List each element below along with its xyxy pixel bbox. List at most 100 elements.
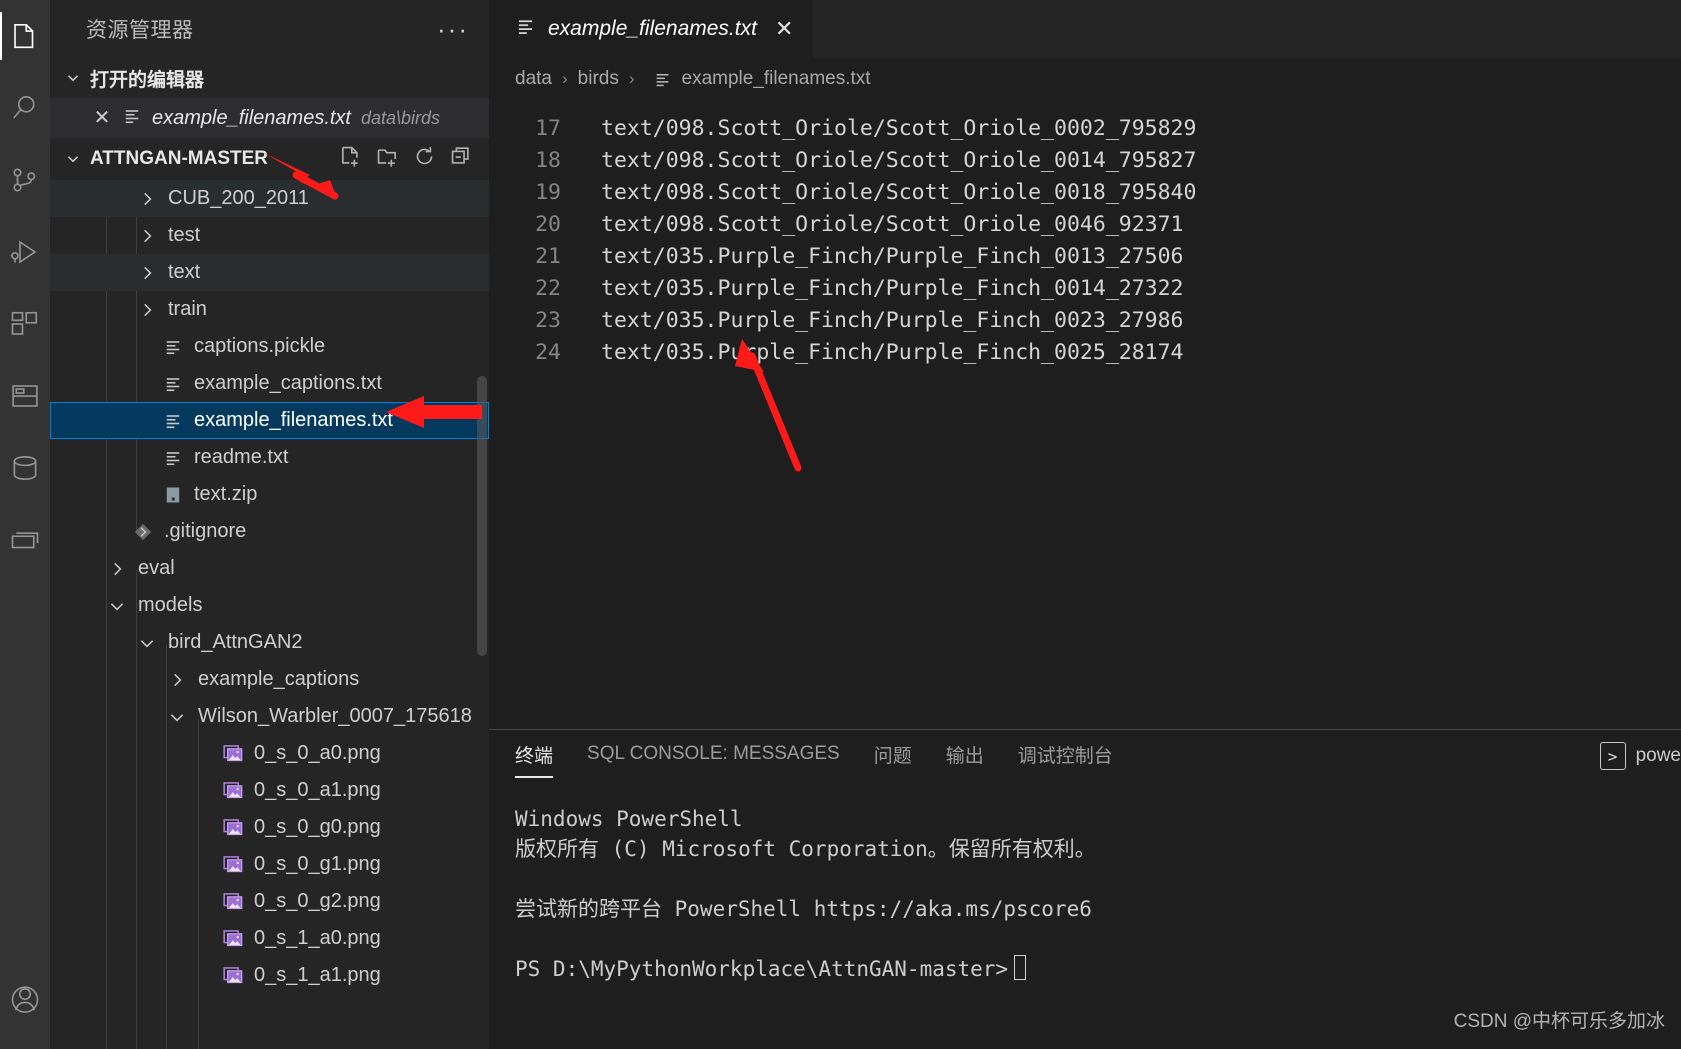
tree-item-example-filenames-txt[interactable]: example_filenames.txt	[50, 402, 489, 439]
tree-item-label: CUB_200_2011	[168, 187, 309, 209]
file-tree[interactable]: CUB_200_2011test text train captions.pickle…	[50, 180, 489, 1049]
code-line: 22 text/035.Purple_Finch/Purple_Finch_001…	[489, 272, 1681, 304]
activity-search-icon[interactable]	[0, 72, 50, 144]
panel-shell-selector[interactable]: > powe	[1599, 742, 1681, 770]
image-file-icon	[220, 891, 246, 912]
tree-item-bird-attngan2[interactable]: bird_AttnGAN2	[50, 624, 489, 661]
line-text: text/098.Scott_Oriole/Scott_Oriole_0018_…	[601, 179, 1197, 205]
tree-item-example-captions-txt[interactable]: example_captions.txt	[50, 365, 489, 402]
tree-item-0-s-0-g2-png[interactable]: 0_s_0_g2.png	[50, 883, 489, 920]
panel-tab-terminal[interactable]: 终端	[515, 735, 554, 778]
activity-table-icon[interactable]	[0, 360, 50, 432]
panel-tab-output[interactable]: 输出	[946, 735, 984, 778]
line-number: 22	[535, 275, 561, 301]
panel-tabs: 终端 SQL CONSOLE: MESSAGES 问题 输出 调试控制台 > powe	[489, 730, 1681, 782]
tree-item-models[interactable]: models	[50, 587, 489, 624]
tree-item-gitignore[interactable]: .gitignore	[50, 513, 489, 550]
git-icon	[130, 522, 156, 542]
activity-bar	[0, 0, 50, 1049]
chevron-right-icon	[134, 190, 160, 208]
refresh-icon[interactable]	[413, 145, 436, 174]
breadcrumb-item-birds[interactable]: birds	[578, 68, 619, 90]
breadcrumb-item-file[interactable]: example_filenames.txt	[682, 68, 871, 90]
workspace-section-header[interactable]: ATTNGAN-MASTER	[50, 138, 489, 180]
tree-item-wilson-warbler-0007-175618[interactable]: Wilson_Warbler_0007_175618	[50, 698, 489, 735]
text-file-icon	[122, 106, 142, 131]
editor-tabs-bar: example_filenames.txt ✕	[489, 0, 1681, 58]
panel-tab-list: 终端 SQL CONSOLE: MESSAGES 问题 输出 调试控制台	[515, 735, 1113, 778]
chevron-right-icon	[134, 227, 160, 245]
tree-item-label: example_captions	[198, 668, 360, 690]
line-number: 24	[535, 339, 561, 365]
activity-source-control-icon[interactable]	[0, 144, 50, 216]
activity-account-icon[interactable]	[0, 949, 50, 1049]
chevron-down-icon	[164, 708, 190, 726]
activity-sql-history-icon[interactable]	[0, 504, 50, 576]
close-icon[interactable]: ✕	[775, 16, 793, 42]
partial-line-top	[489, 100, 1681, 112]
tree-item-text[interactable]: text	[50, 254, 489, 291]
new-file-icon[interactable]	[339, 145, 362, 174]
tree-item-label: readme.txt	[194, 446, 289, 468]
activity-run-debug-icon[interactable]	[0, 216, 50, 288]
tree-item-0-s-0-g0-png[interactable]: 0_s_0_g0.png	[50, 809, 489, 846]
chevron-right-icon	[164, 671, 190, 689]
activity-database-icon[interactable]	[0, 432, 50, 504]
text-file-icon	[160, 337, 186, 357]
text-file-icon	[515, 16, 536, 43]
tree-item-test[interactable]: test	[50, 217, 489, 254]
line-text: text/098.Scott_Oriole/Scott_Oriole_0002_…	[601, 115, 1197, 141]
activity-extensions-icon[interactable]	[0, 288, 50, 360]
tree-item-0-s-1-a1-png[interactable]: 0_s_1_a1.png	[50, 957, 489, 994]
sidebar-more-actions-icon[interactable]: ···	[437, 16, 475, 42]
chevron-down-icon	[62, 150, 84, 168]
tree-item-0-s-0-g1-png[interactable]: 0_s_0_g1.png	[50, 846, 489, 883]
collapse-all-icon[interactable]	[450, 145, 473, 174]
text-file-icon	[653, 70, 672, 89]
open-editor-item[interactable]: ✕ example_filenames.txt data\birds	[50, 98, 489, 138]
chevron-right-icon	[134, 264, 160, 282]
tree-item-label: 0_s_1_a1.png	[254, 964, 381, 986]
tree-item-label: test	[168, 224, 201, 246]
tree-item-label: text.zip	[194, 483, 258, 505]
tree-item-captions-pickle[interactable]: captions.pickle	[50, 328, 489, 365]
zip-file-icon	[160, 485, 186, 505]
image-file-icon	[220, 928, 246, 949]
panel-tab-sql-console[interactable]: SQL CONSOLE: MESSAGES	[587, 737, 840, 775]
tree-item-0-s-0-a0-png[interactable]: 0_s_0_a0.png	[50, 735, 489, 772]
activity-explorer-icon[interactable]	[0, 0, 50, 72]
vscode-window: 资源管理器 ··· 打开的编辑器 ✕ example_filenames.txt…	[0, 0, 1681, 1049]
editor-area: example_filenames.txt ✕ data › birds › e…	[489, 0, 1681, 1049]
line-number: 21	[535, 243, 561, 269]
sidebar-scrollbar[interactable]	[477, 376, 487, 656]
tree-item-train[interactable]: train	[50, 291, 489, 328]
editor-tab-example-filenames[interactable]: example_filenames.txt ✕	[489, 0, 814, 58]
tree-item-text-zip[interactable]: text.zip	[50, 476, 489, 513]
panel-tab-problems[interactable]: 问题	[874, 735, 912, 778]
code-lines-container: 17 text/098.Scott_Oriole/Scott_Oriole_000…	[489, 112, 1681, 368]
tree-item-cub-200-2011[interactable]: CUB_200_2011	[50, 180, 489, 217]
tree-item-readme-txt[interactable]: readme.txt	[50, 439, 489, 476]
open-editors-section-header[interactable]: 打开的编辑器	[50, 58, 489, 98]
sidebar-header: 资源管理器 ···	[50, 0, 489, 58]
chevron-right-icon: ›	[628, 69, 635, 88]
code-editor[interactable]: 17 text/098.Scott_Oriole/Scott_Oriole_000…	[489, 100, 1681, 729]
tree-item-eval[interactable]: eval	[50, 550, 489, 587]
tree-item-label: 0_s_0_a0.png	[254, 742, 381, 764]
tree-item-0-s-0-a1-png[interactable]: 0_s_0_a1.png	[50, 772, 489, 809]
tree-item-0-s-1-a0-png[interactable]: 0_s_1_a0.png	[50, 920, 489, 957]
breadcrumb-item-data[interactable]: data	[515, 68, 552, 90]
panel-tab-debug-console[interactable]: 调试控制台	[1018, 735, 1113, 778]
tree-item-example-captions[interactable]: example_captions	[50, 661, 489, 698]
terminal-line: 版权所有 (C) Microsoft Corporation。保留所有权利。	[515, 837, 1096, 861]
chevron-right-icon	[104, 560, 130, 578]
new-folder-icon[interactable]	[376, 145, 399, 174]
editor-tab-label: example_filenames.txt	[548, 17, 757, 40]
bottom-panel: 终端 SQL CONSOLE: MESSAGES 问题 输出 调试控制台 > powe …	[489, 729, 1681, 1049]
text-file-icon	[160, 411, 186, 431]
close-icon[interactable]: ✕	[92, 108, 112, 128]
code-line: 19 text/098.Scott_Oriole/Scott_Oriole_001…	[489, 176, 1681, 208]
terminal-prompt-line: PS D:\MyPythonWorkplace\AttnGAN-master>	[515, 954, 1681, 984]
terminal-output[interactable]: Windows PowerShell 版权所有 (C) Microsoft Co…	[489, 782, 1681, 1049]
